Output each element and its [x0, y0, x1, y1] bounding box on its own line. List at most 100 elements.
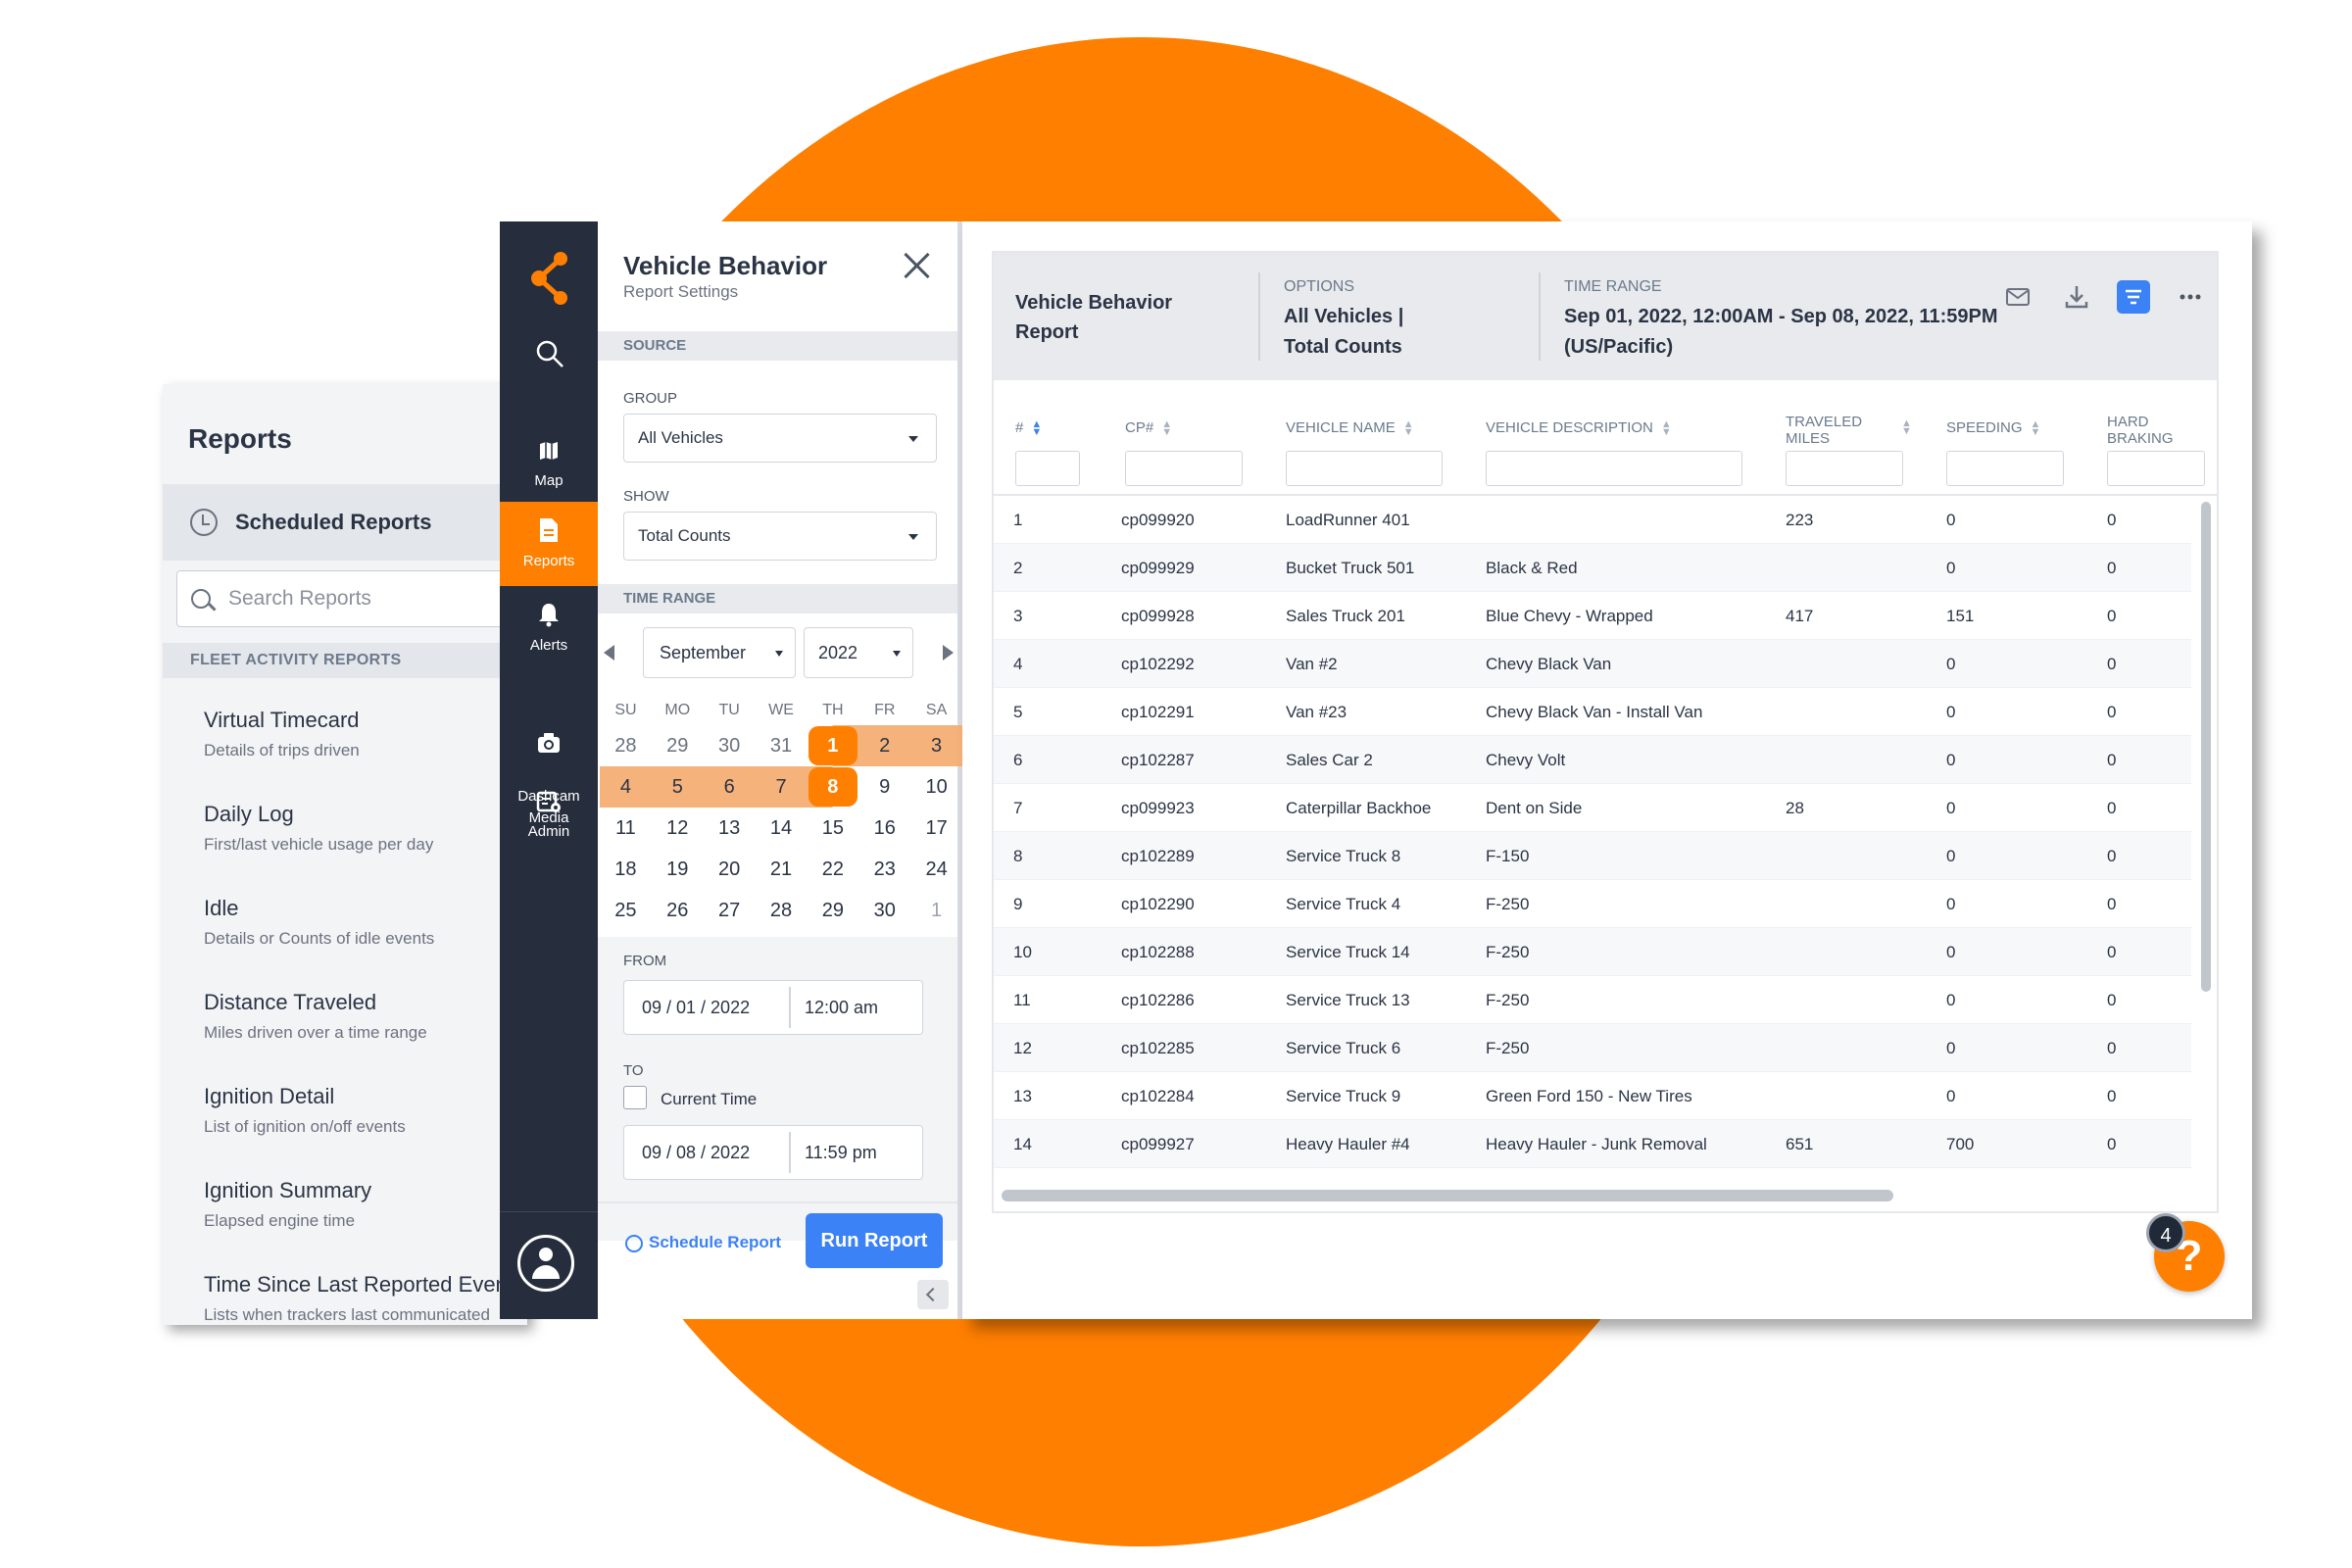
table-row[interactable]: 12 cp102285 Service Truck 6 F-250 0 0 — [994, 1024, 2191, 1072]
more-options-icon[interactable] — [2174, 280, 2207, 314]
calendar-day[interactable]: 10 — [910, 766, 962, 808]
table-row[interactable]: 9 cp102290 Service Truck 4 F-250 0 0 — [994, 880, 2191, 928]
filter-icon[interactable] — [2117, 280, 2150, 314]
col-header-traveled-miles[interactable]: TRAVELED MILES ▲ ▼ — [1786, 414, 1912, 447]
from-date-input[interactable]: 09 / 01 / 2022 — [642, 998, 750, 1018]
report-list-item[interactable]: Idle Details or Counts of idle events — [204, 896, 527, 949]
table-row[interactable]: 14 cp099927 Heavy Hauler #4 Heavy Hauler - … — [994, 1120, 2191, 1168]
calendar-day[interactable]: 1 — [807, 725, 859, 766]
table-row[interactable]: 7 cp099923 Caterpillar Backhoe Dent on Side… — [994, 784, 2191, 832]
nav-item-admin[interactable]: Admin — [500, 776, 598, 858]
calendar-day[interactable]: 27 — [704, 890, 756, 931]
table-row[interactable]: 5 cp102291 Van #23 Chevy Black Van - Instal… — [994, 688, 2191, 736]
calendar-day[interactable]: 30 — [858, 890, 910, 931]
calendar-day[interactable]: 26 — [652, 890, 704, 931]
calendar-day[interactable]: 15 — [807, 808, 858, 849]
calendar-day[interactable]: 28 — [600, 725, 652, 766]
calendar-day[interactable]: 12 — [652, 808, 704, 849]
filter-input-traveled-miles[interactable] — [1786, 451, 1903, 486]
calendar-day[interactable]: 21 — [756, 849, 808, 890]
report-list-item[interactable]: Time Since Last Reported Event Lists when… — [204, 1272, 527, 1325]
calendar-day[interactable]: 28 — [756, 890, 808, 931]
calendar-day[interactable]: 31 — [756, 725, 808, 766]
calendar-day[interactable]: 22 — [807, 849, 858, 890]
calendar-day[interactable]: 6 — [703, 766, 756, 808]
run-report-button[interactable]: Run Report — [806, 1213, 943, 1268]
collapse-panel-button[interactable] — [917, 1280, 949, 1309]
current-time-checkbox[interactable] — [623, 1086, 647, 1109]
to-datetime[interactable]: 09 / 08 / 2022 11:59 pm — [623, 1125, 923, 1180]
group-select[interactable]: All Vehicles — [623, 414, 937, 463]
filter-input-vehicle-description[interactable] — [1486, 451, 1742, 486]
calendar-day[interactable]: 30 — [704, 725, 756, 766]
calendar-year-select[interactable]: 2022 — [804, 627, 913, 678]
calendar-day[interactable]: 20 — [704, 849, 756, 890]
calendar-day[interactable]: 4 — [600, 766, 652, 808]
calendar-prev-arrow-icon[interactable] — [604, 645, 614, 661]
report-list-item[interactable]: Virtual Timecard Details of trips driven — [204, 708, 527, 760]
col-header-index[interactable]: # ▲ ▼ — [1015, 419, 1042, 438]
col-header-vehicle-name[interactable]: VEHICLE NAME ▲ ▼ — [1286, 419, 1414, 438]
download-icon[interactable] — [2060, 280, 2093, 314]
from-datetime[interactable]: 09 / 01 / 2022 12:00 am — [623, 980, 923, 1035]
from-time-input[interactable]: 12:00 am — [805, 998, 878, 1018]
report-list-item[interactable]: Daily Log First/last vehicle usage per da… — [204, 802, 527, 855]
calendar-month-select[interactable]: September — [643, 627, 796, 678]
nav-item-map[interactable]: Map — [500, 425, 598, 508]
calendar-next-arrow-icon[interactable] — [943, 645, 954, 661]
calendar-day[interactable]: 19 — [652, 849, 704, 890]
col-header-speeding[interactable]: SPEEDING ▲ ▼ — [1946, 419, 2040, 438]
scheduled-reports-item[interactable]: Scheduled Reports — [163, 484, 527, 561]
report-list-item[interactable]: Ignition Detail List of ignition on/off e… — [204, 1084, 527, 1137]
nav-search-icon[interactable] — [535, 339, 564, 368]
show-select[interactable]: Total Counts — [623, 512, 937, 561]
nav-item-reports[interactable]: Reports — [500, 502, 598, 586]
calendar-day[interactable]: 1 — [910, 890, 962, 931]
report-list-item[interactable]: Ignition Summary Elapsed engine time — [204, 1178, 527, 1231]
search-reports-input[interactable]: Search Reports — [176, 570, 527, 627]
email-icon[interactable] — [2001, 280, 2034, 314]
section-fleet-activity[interactable]: FLEET ACTIVITY REPORTS — [163, 643, 527, 678]
calendar-day[interactable]: 29 — [652, 725, 704, 766]
table-row[interactable]: 3 cp099928 Sales Truck 201 Blue Chevy - Wra… — [994, 592, 2191, 640]
calendar-day[interactable]: 9 — [858, 766, 910, 808]
calendar-day[interactable]: 7 — [755, 766, 808, 808]
filter-input-index[interactable] — [1015, 451, 1080, 486]
table-row[interactable]: 10 cp102288 Service Truck 14 F-250 0 0 — [994, 928, 2191, 976]
nav-item-alerts[interactable]: Alerts — [500, 588, 598, 670]
nav-item-dashcam[interactable]: Dashcam Media — [500, 670, 598, 826]
to-date-input[interactable]: 09 / 08 / 2022 — [642, 1143, 750, 1163]
col-header-vehicle-description[interactable]: VEHICLE DESCRIPTION ▲ ▼ — [1486, 419, 1672, 438]
user-avatar-icon[interactable] — [517, 1235, 574, 1292]
filter-input-hard-braking[interactable] — [2107, 451, 2205, 486]
filter-input-cp[interactable] — [1125, 451, 1243, 486]
calendar-day[interactable]: 8 — [807, 766, 859, 808]
calendar-day[interactable]: 3 — [910, 725, 963, 766]
calendar-day[interactable]: 18 — [600, 849, 652, 890]
app-logo-icon[interactable] — [529, 249, 572, 308]
filter-input-vehicle-name[interactable] — [1286, 451, 1443, 486]
table-row[interactable]: 4 cp102292 Van #2 Chevy Black Van 0 0 — [994, 640, 2191, 688]
filter-input-speeding[interactable] — [1946, 451, 2064, 486]
table-row[interactable]: 13 cp102284 Service Truck 9 Green Ford 150 … — [994, 1072, 2191, 1120]
calendar-day[interactable]: 13 — [704, 808, 756, 849]
report-list-item[interactable]: Distance Traveled Miles driven over a tim… — [204, 990, 527, 1043]
col-header-cp[interactable]: CP# ▲ ▼ — [1125, 419, 1172, 438]
calendar-day[interactable]: 5 — [651, 766, 704, 808]
calendar-day[interactable]: 25 — [600, 890, 652, 931]
calendar-day[interactable]: 23 — [858, 849, 910, 890]
calendar-day[interactable]: 17 — [910, 808, 962, 849]
to-time-input[interactable]: 11:59 pm — [805, 1143, 877, 1163]
calendar-day[interactable]: 24 — [910, 849, 962, 890]
table-row[interactable]: 8 cp102289 Service Truck 8 F-150 0 0 — [994, 832, 2191, 880]
calendar-day[interactable]: 16 — [858, 808, 910, 849]
calendar-day[interactable]: 14 — [756, 808, 808, 849]
table-row[interactable]: 15cp099924Mini Dozer - Asset #5Mini Doze… — [994, 1168, 2191, 1182]
schedule-report-link[interactable]: Schedule Report — [624, 1233, 781, 1252]
horizontal-scrollbar[interactable] — [1002, 1190, 1893, 1201]
calendar-day[interactable]: 2 — [858, 725, 911, 766]
calendar-day[interactable]: 11 — [600, 808, 652, 849]
vertical-scrollbar[interactable] — [2201, 502, 2211, 992]
table-row[interactable]: 6 cp102287 Sales Car 2 Chevy Volt 0 0 — [994, 736, 2191, 784]
calendar-day[interactable]: 29 — [807, 890, 858, 931]
